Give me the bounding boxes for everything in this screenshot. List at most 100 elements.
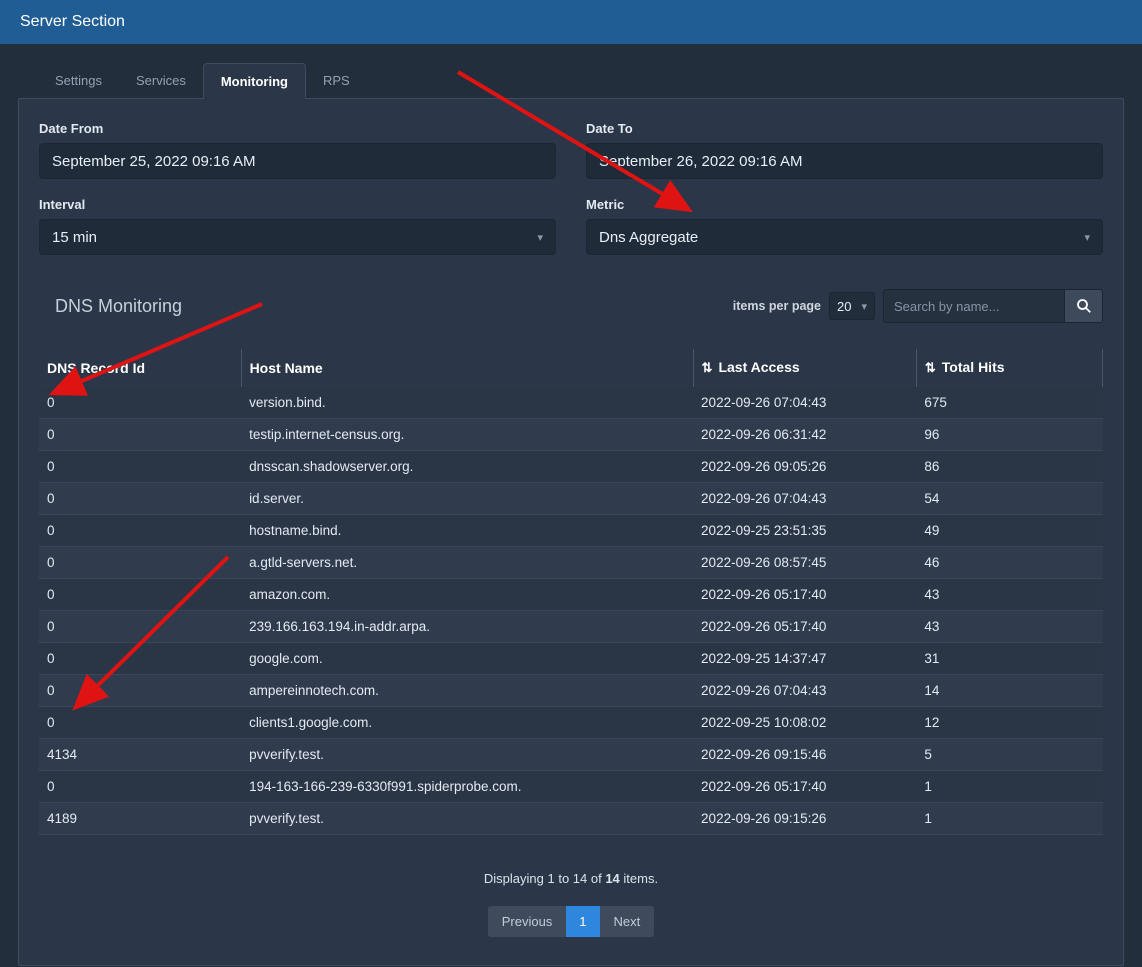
tab-monitoring[interactable]: Monitoring [203,63,306,99]
dns-record-id-cell: 0 [39,547,241,579]
chevron-down-icon: ▾ [1084,231,1090,244]
total-hits-cell: 86 [916,451,1102,483]
summary-prefix: Displaying 1 to 14 of [484,871,602,886]
total-hits-cell: 5 [916,739,1102,771]
total-hits-cell: 43 [916,579,1102,611]
table-row: 4189pvverify.test.2022-09-26 09:15:261 [39,803,1103,835]
last-access-cell: 2022-09-26 05:17:40 [693,579,916,611]
date-to-input[interactable] [586,143,1103,179]
last-access-cell: 2022-09-25 10:08:02 [693,707,916,739]
total-hits-cell: 675 [916,387,1102,419]
monitoring-panel: Date From Date To Interval 15 min ▾ Metr… [18,98,1124,966]
items-per-page-select[interactable]: 20 ▾ [829,292,875,320]
metric-label: Metric [586,197,1103,212]
page-title: Server Section [20,13,125,31]
column-label: Last Access [718,359,799,375]
search-button[interactable] [1065,289,1103,323]
last-access-cell: 2022-09-26 09:05:26 [693,451,916,483]
dns-record-id-cell: 0 [39,419,241,451]
dns-record-id-cell: 0 [39,515,241,547]
host-name-cell: 239.166.163.194.in-addr.arpa. [241,611,693,643]
table-body: 0version.bind.2022-09-26 07:04:436750tes… [39,387,1103,835]
column-label: Total Hits [942,359,1005,375]
host-name-cell: a.gtld-servers.net. [241,547,693,579]
column-label: DNS Record Id [47,360,145,376]
last-access-cell: 2022-09-26 06:31:42 [693,419,916,451]
interval-select[interactable]: 15 min ▾ [39,219,556,255]
search-input[interactable] [883,289,1065,323]
total-hits-cell: 12 [916,707,1102,739]
column-header-host-name: Host Name [241,349,693,387]
dns-record-id-cell: 0 [39,483,241,515]
date-from-label: Date From [39,121,556,136]
results-summary: Displaying 1 to 14 of 14 items. [39,871,1103,886]
total-hits-cell: 46 [916,547,1102,579]
host-name-cell: clients1.google.com. [241,707,693,739]
chevron-down-icon: ▾ [537,231,543,244]
filter-form: Date From Date To Interval 15 min ▾ Metr… [39,121,1103,255]
column-header-total-hits[interactable]: ⇅Total Hits [916,349,1102,387]
dns-record-id-cell: 0 [39,579,241,611]
dns-record-id-cell: 4189 [39,803,241,835]
table-row: 0id.server.2022-09-26 07:04:4354 [39,483,1103,515]
section-title: DNS Monitoring [39,296,182,317]
search-icon [1076,298,1092,314]
dns-record-id-cell: 0 [39,675,241,707]
table-row: 0amazon.com.2022-09-26 05:17:4043 [39,579,1103,611]
dns-record-id-cell: 0 [39,451,241,483]
last-access-cell: 2022-09-25 23:51:35 [693,515,916,547]
host-name-cell: pvverify.test. [241,803,693,835]
search-group [883,289,1103,323]
host-name-cell: hostname.bind. [241,515,693,547]
app-header: Server Section [0,0,1142,44]
host-name-cell: amazon.com. [241,579,693,611]
host-name-cell: ampereinnotech.com. [241,675,693,707]
table-toolbar: DNS Monitoring items per page 20 ▾ [39,289,1103,323]
chevron-down-icon: ▾ [861,300,867,313]
date-from-input[interactable] [39,143,556,179]
interval-field-group: Interval 15 min ▾ [39,197,556,255]
dns-record-id-cell: 0 [39,643,241,675]
table-row: 0ampereinnotech.com.2022-09-26 07:04:431… [39,675,1103,707]
total-hits-cell: 54 [916,483,1102,515]
dns-record-id-cell: 0 [39,611,241,643]
metric-select[interactable]: Dns Aggregate ▾ [586,219,1103,255]
last-access-cell: 2022-09-26 08:57:45 [693,547,916,579]
tab-services[interactable]: Services [119,63,203,98]
total-hits-cell: 96 [916,419,1102,451]
tab-rps[interactable]: RPS [306,63,367,98]
page-1-button[interactable]: 1 [566,906,599,937]
items-per-page-label: items per page [733,299,821,313]
table-row: 0dnsscan.shadowserver.org.2022-09-26 09:… [39,451,1103,483]
column-header-last-access[interactable]: ⇅Last Access [693,349,916,387]
table-row: 0194-163-166-239-6330f991.spiderprobe.co… [39,771,1103,803]
metric-field-group: Metric Dns Aggregate ▾ [586,197,1103,255]
table-header-row: DNS Record Id Host Name ⇅Last Access ⇅To… [39,349,1103,387]
dns-record-id-cell: 0 [39,707,241,739]
host-name-cell: testip.internet-census.org. [241,419,693,451]
date-from-field-group: Date From [39,121,556,179]
table-controls: items per page 20 ▾ [733,289,1103,323]
table-row: 4134pvverify.test.2022-09-26 09:15:465 [39,739,1103,771]
host-name-cell: dnsscan.shadowserver.org. [241,451,693,483]
last-access-cell: 2022-09-26 05:17:40 [693,611,916,643]
dns-record-id-cell: 0 [39,387,241,419]
items-per-page-value: 20 [837,299,851,314]
pagination: Previous 1 Next [39,906,1103,937]
table-row: 0clients1.google.com.2022-09-25 10:08:02… [39,707,1103,739]
date-to-field-group: Date To [586,121,1103,179]
column-header-dns-record-id: DNS Record Id [39,349,241,387]
previous-page-button[interactable]: Previous [488,906,567,937]
dns-monitoring-table: DNS Record Id Host Name ⇅Last Access ⇅To… [39,349,1103,835]
last-access-cell: 2022-09-26 09:15:26 [693,803,916,835]
last-access-cell: 2022-09-25 14:37:47 [693,643,916,675]
total-hits-cell: 43 [916,611,1102,643]
last-access-cell: 2022-09-26 07:04:43 [693,483,916,515]
table-row: 0239.166.163.194.in-addr.arpa.2022-09-26… [39,611,1103,643]
table-row: 0version.bind.2022-09-26 07:04:43675 [39,387,1103,419]
total-hits-cell: 31 [916,643,1102,675]
tab-settings[interactable]: Settings [38,63,119,98]
next-page-button[interactable]: Next [600,906,655,937]
summary-total: 14 [605,871,619,886]
host-name-cell: 194-163-166-239-6330f991.spiderprobe.com… [241,771,693,803]
